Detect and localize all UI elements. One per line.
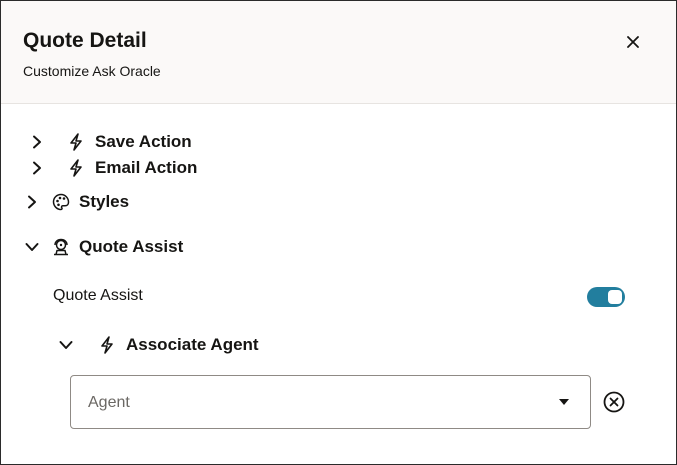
toggle-knob [608, 290, 622, 304]
chevron-right-icon [29, 134, 45, 150]
section-quote-assist[interactable]: Quote Assist [24, 237, 183, 257]
palette-icon [52, 193, 70, 211]
section-associate-agent[interactable]: Associate Agent [58, 335, 259, 355]
clear-agent-button[interactable] [602, 390, 626, 414]
remove-circle-icon [603, 391, 625, 413]
panel-subtitle: Customize Ask Oracle [23, 63, 161, 79]
section-label: Save Action [95, 132, 192, 151]
lightning-icon [67, 159, 85, 177]
agent-select[interactable]: Agent [70, 375, 591, 429]
chevron-right-icon [24, 194, 40, 210]
agent-icon [52, 238, 70, 256]
chevron-down-icon [58, 337, 74, 353]
panel-title: Quote Detail [23, 29, 147, 52]
agent-select-placeholder: Agent [88, 394, 130, 411]
chevron-down-icon [24, 239, 40, 255]
close-button[interactable] [621, 30, 645, 54]
lightning-icon [98, 336, 116, 354]
section-email-action[interactable]: Email Action [29, 158, 197, 178]
quote-detail-panel: Quote Detail Customize Ask Oracle Save A… [0, 0, 677, 465]
close-icon [627, 36, 639, 48]
section-label: Email Action [95, 158, 198, 177]
quote-assist-toggle[interactable] [587, 287, 625, 307]
quote-assist-toggle-label: Quote Assist [53, 287, 143, 304]
chevron-right-icon [29, 160, 45, 176]
caret-down-icon [559, 399, 569, 405]
section-label: Styles [79, 192, 130, 211]
lightning-icon [67, 133, 85, 151]
section-styles[interactable]: Styles [24, 192, 129, 212]
section-label: Associate Agent [126, 335, 259, 354]
section-label: Quote Assist [79, 237, 184, 256]
section-save-action[interactable]: Save Action [29, 132, 192, 152]
panel-header: Quote Detail Customize Ask Oracle [1, 1, 676, 104]
